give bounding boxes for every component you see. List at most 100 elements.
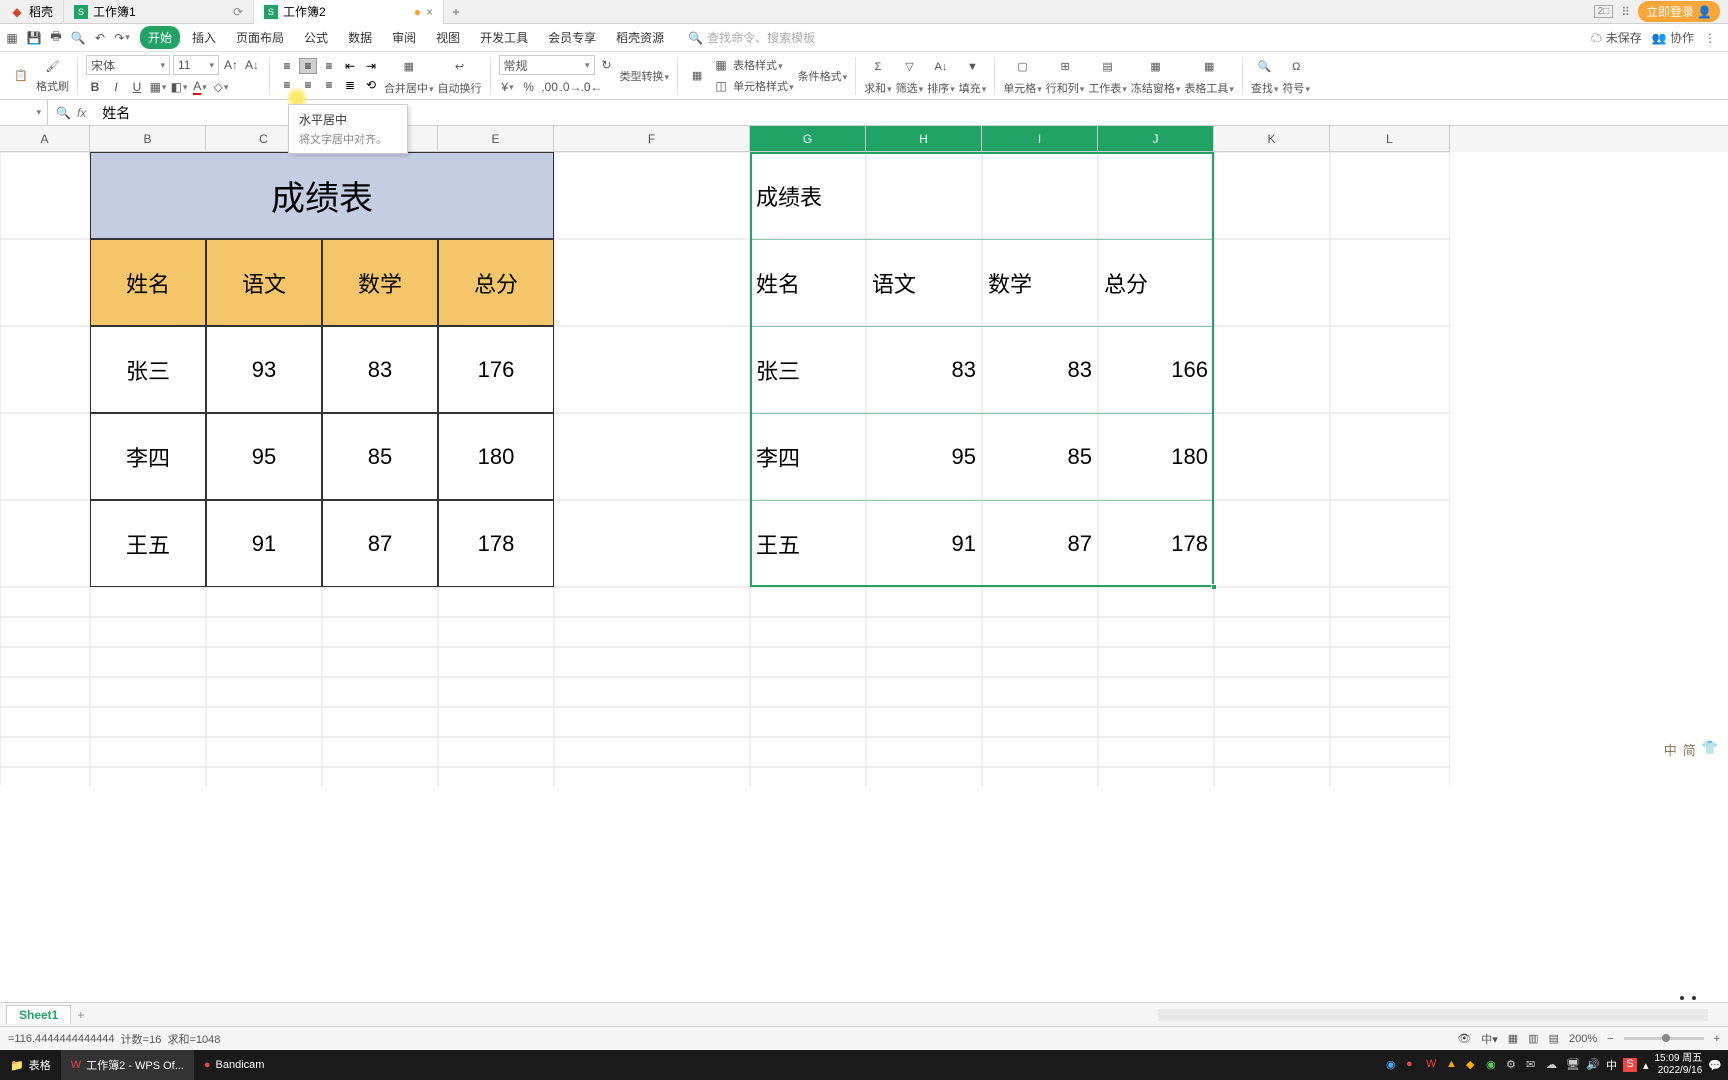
menu-dev[interactable]: 开发工具: [472, 26, 536, 49]
menu-icon[interactable]: ▦: [4, 30, 20, 46]
cell[interactable]: 83: [866, 326, 982, 413]
cell[interactable]: 176: [438, 326, 554, 413]
align-justify-icon[interactable]: ≣: [341, 77, 359, 93]
tab-docer[interactable]: ◆ 稻壳: [0, 0, 64, 24]
menu-data[interactable]: 数据: [340, 26, 380, 49]
font-size-select[interactable]: 11▾: [173, 55, 219, 75]
sheet-button[interactable]: ▤工作表▾: [1088, 56, 1127, 96]
cell[interactable]: 张三: [90, 326, 206, 413]
menu-docer[interactable]: 稻壳资源: [608, 26, 672, 49]
col-header-A[interactable]: A: [0, 126, 90, 152]
number-format-select[interactable]: 常规▾: [499, 55, 595, 75]
cell[interactable]: 91: [866, 500, 982, 587]
merge-button[interactable]: ▦合并居中▾: [384, 56, 434, 96]
print-icon[interactable]: 🖶: [48, 30, 64, 46]
decimal-inc-icon[interactable]: .0→: [562, 78, 580, 96]
tray-expand-icon[interactable]: ▴: [1643, 1059, 1649, 1072]
command-search[interactable]: 🔍 查找命令、搜索模板: [688, 29, 815, 46]
sheet-tab[interactable]: Sheet1: [6, 1005, 71, 1024]
col-header-J[interactable]: J: [1098, 126, 1214, 152]
cell[interactable]: 83: [982, 326, 1098, 413]
align-bottom-icon[interactable]: ≡: [320, 58, 338, 74]
cell[interactable]: 87: [982, 500, 1098, 587]
view-custom-icon[interactable]: ▤: [1549, 1032, 1559, 1045]
cell[interactable]: 83: [322, 326, 438, 413]
sort-button[interactable]: A↓排序▾: [927, 56, 955, 96]
cell[interactable]: 李四: [90, 413, 206, 500]
horizontal-scrollbar[interactable]: [1158, 1009, 1708, 1021]
cell[interactable]: 王五: [750, 500, 866, 587]
cells-button[interactable]: ▢单元格▾: [1003, 56, 1042, 96]
menu-vip[interactable]: 会员专享: [540, 26, 604, 49]
bold-icon[interactable]: B: [86, 78, 104, 96]
col-header-B[interactable]: B: [90, 126, 206, 152]
tray-icon[interactable]: ◉: [1386, 1058, 1400, 1072]
cloud-unsaved[interactable]: ☁ 未保存: [1590, 29, 1641, 46]
col-header-G[interactable]: G: [750, 126, 866, 152]
cell-style-icon[interactable]: ◫: [712, 77, 730, 95]
name-box[interactable]: ▾: [0, 100, 48, 125]
col-header-F[interactable]: F: [554, 126, 750, 152]
fill-color-icon[interactable]: ◧▾: [170, 78, 188, 96]
cell[interactable]: 姓名: [750, 239, 866, 326]
view-normal-icon[interactable]: ▦: [1508, 1032, 1518, 1045]
taskbar-folder[interactable]: 📁表格: [0, 1050, 61, 1080]
cell[interactable]: 85: [322, 413, 438, 500]
cell[interactable]: 王五: [90, 500, 206, 587]
redo-icon[interactable]: ↷▾: [114, 30, 130, 46]
col-header-H[interactable]: H: [866, 126, 982, 152]
tray-icon[interactable]: ☁: [1546, 1058, 1560, 1072]
fx-icon[interactable]: fx: [77, 106, 86, 120]
orientation-icon[interactable]: ⟲: [362, 77, 380, 93]
filter-button[interactable]: ▽筛选▾: [896, 56, 924, 96]
zoom-icon[interactable]: 🔍: [56, 106, 71, 120]
cell[interactable]: 数学: [322, 239, 438, 326]
tray-icon[interactable]: ◆: [1466, 1058, 1480, 1072]
coop-button[interactable]: 👥 协作: [1652, 29, 1694, 46]
tray-icon[interactable]: ⚙: [1506, 1058, 1520, 1072]
zoom-in-icon[interactable]: +: [1714, 1033, 1720, 1045]
col-header-K[interactable]: K: [1214, 126, 1330, 152]
add-tab-button[interactable]: +: [444, 5, 468, 19]
window-mode-icon[interactable]: 2□: [1594, 5, 1614, 18]
zoom-level[interactable]: 200%: [1569, 1033, 1597, 1045]
tools-button[interactable]: ▦表格工具▾: [1184, 56, 1234, 96]
align-left-icon[interactable]: ≡: [278, 77, 296, 93]
cell[interactable]: 166: [1098, 326, 1214, 413]
menu-formula[interactable]: 公式: [296, 26, 336, 49]
login-button[interactable]: 立即登录 👤: [1638, 1, 1720, 22]
tray-icon[interactable]: ◉: [1486, 1058, 1500, 1072]
freeze-button[interactable]: ▦冻结窗格▾: [1131, 56, 1181, 96]
fill-button[interactable]: ▼填充▾: [959, 56, 987, 96]
table-style-icon[interactable]: ▦: [712, 56, 730, 74]
menu-view[interactable]: 视图: [428, 26, 468, 49]
find-button[interactable]: 🔍查找▾: [1251, 56, 1279, 96]
cell[interactable]: 95: [866, 413, 982, 500]
paste-button[interactable]: 📋: [10, 65, 32, 87]
align-top-icon[interactable]: ≡: [278, 58, 296, 74]
menu-home[interactable]: 开始: [140, 26, 180, 49]
close-icon[interactable]: ×: [426, 5, 433, 19]
sum-button[interactable]: Σ求和▾: [864, 56, 892, 96]
cell[interactable]: 总分: [1098, 239, 1214, 326]
indent-increase-icon[interactable]: ⇥: [362, 58, 380, 74]
refresh-icon[interactable]: ↻: [598, 56, 616, 74]
tray-icon[interactable]: ✉: [1526, 1058, 1540, 1072]
apps-icon[interactable]: ⠿: [1621, 5, 1630, 19]
menu-review[interactable]: 审阅: [384, 26, 424, 49]
volume-icon[interactable]: 🔊: [1586, 1058, 1600, 1072]
cell[interactable]: 178: [438, 500, 554, 587]
cell[interactable]: 178: [1098, 500, 1214, 587]
cell[interactable]: 95: [206, 413, 322, 500]
col-header-I[interactable]: I: [982, 126, 1098, 152]
align-middle-icon[interactable]: ≡: [299, 58, 317, 74]
fill-handle[interactable]: [1211, 584, 1217, 590]
spreadsheet-grid[interactable]: ABCDEFGHIJKL 成绩表姓名语文数学总分张三9383176李四95851…: [0, 126, 1728, 786]
add-sheet-button[interactable]: +: [77, 1008, 84, 1022]
save-icon[interactable]: 💾: [26, 30, 42, 46]
increase-font-icon[interactable]: A↑: [222, 56, 240, 74]
clear-format-icon[interactable]: ◇▾: [212, 78, 230, 96]
ime-icon[interactable]: 中▾: [1481, 1031, 1498, 1047]
border-icon[interactable]: ▦▾: [149, 78, 167, 96]
decimal-dec-icon[interactable]: .0←: [583, 78, 601, 96]
